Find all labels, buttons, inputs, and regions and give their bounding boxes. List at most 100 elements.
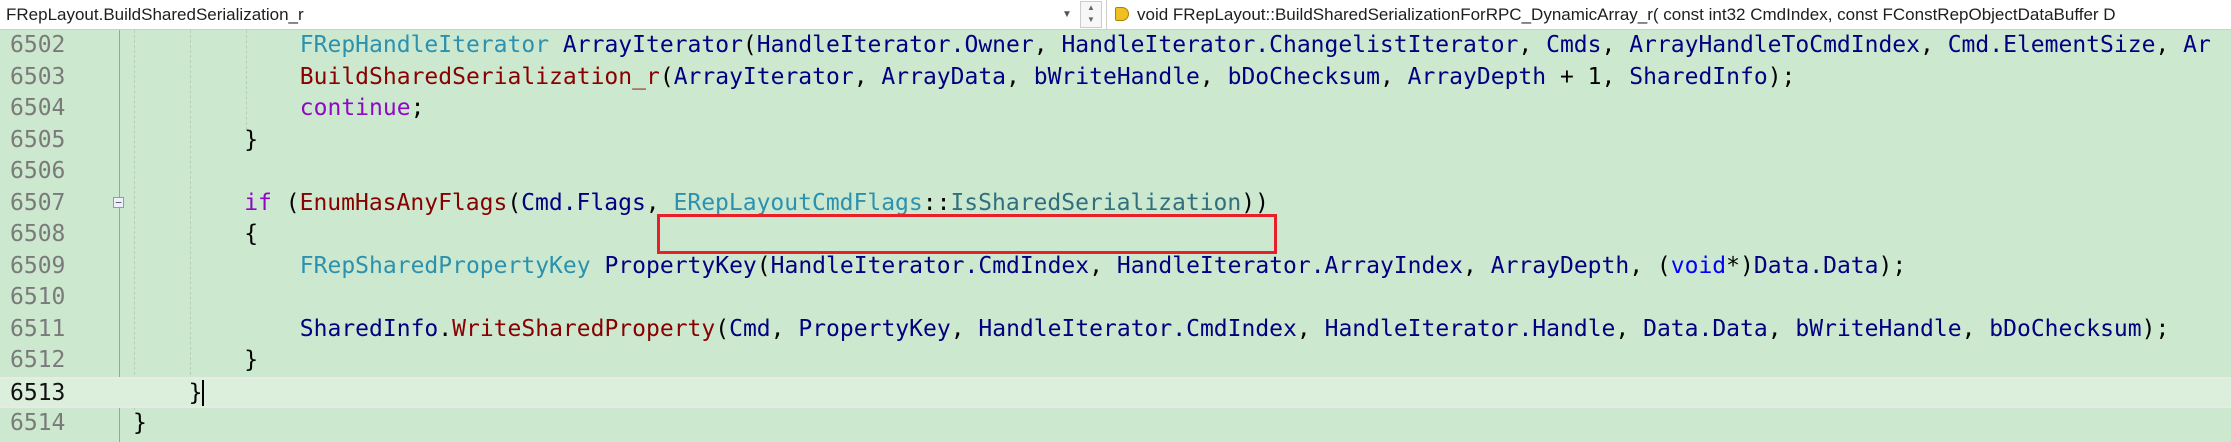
token-p: (	[507, 189, 522, 216]
token-var: HandleIterator.ChangelistIterator	[1061, 32, 1519, 58]
line-number: 6513	[10, 379, 66, 406]
token-p: (	[756, 252, 771, 279]
token-var: Data.Data	[1643, 315, 1768, 342]
line-number: 6506	[10, 158, 66, 184]
token-p: ,	[950, 315, 979, 342]
token-var: bDoChecksum	[1989, 315, 2142, 342]
token-var: HandleIterator.CmdIndex	[770, 252, 1090, 279]
token-p: ,	[1615, 315, 1644, 342]
line-number: 6503	[10, 63, 66, 90]
token-p: + 1,	[1546, 63, 1630, 90]
token-var: Cmds	[1546, 32, 1602, 58]
line-number: 6502	[10, 32, 66, 58]
token-enum: IsSharedSerialization	[950, 189, 1242, 216]
token-p: ::	[922, 189, 951, 216]
code-text: }	[189, 379, 205, 407]
code-text: FRepHandleIterator ArrayIterator(HandleI…	[300, 30, 2211, 62]
code-line[interactable]: 6506	[0, 156, 2231, 188]
text-caret	[202, 380, 205, 406]
code-text: {	[244, 219, 258, 251]
token-var: ArrayData	[881, 63, 1007, 90]
line-number: 6508	[10, 221, 66, 247]
scope-dropdown[interactable]: FRepLayout.BuildSharedSerialization_r	[0, 0, 1076, 29]
token-var: bWriteHandle	[1795, 315, 1962, 342]
token-p: ,	[1006, 63, 1034, 90]
token-fn: EnumHasAnyFlags	[299, 189, 508, 216]
token-p: ,	[1961, 315, 1990, 342]
token-p: ,	[1199, 63, 1228, 90]
code-line[interactable]: 6503 BuildSharedSerialization_r(ArrayIter…	[0, 62, 2231, 94]
member-dropdown[interactable]: void FRepLayout::BuildSharedSerializatio…	[1106, 0, 2231, 29]
token-p: }	[188, 379, 203, 406]
token-var: HandleIterator.ArrayIndex	[1116, 252, 1464, 279]
code-line[interactable]: 6512}	[0, 345, 2231, 377]
scope-spinner[interactable]: ▲ ▼	[1080, 1, 1102, 28]
token-p: (	[715, 315, 730, 342]
code-line[interactable]: 6510	[0, 282, 2231, 314]
token-p: ,	[853, 63, 882, 90]
token-var: PropertyKey	[604, 252, 757, 279]
code-text: }	[244, 345, 258, 377]
token-p: {	[244, 221, 259, 247]
token-p: (	[742, 32, 757, 58]
method-icon	[1115, 7, 1129, 21]
chevron-down-icon[interactable]: ▼	[1060, 0, 1074, 29]
token-p: ,	[1767, 315, 1796, 342]
token-var: Cmd.Flags	[521, 189, 646, 216]
token-var: ArrayDepth	[1407, 63, 1547, 90]
token-var: PropertyKey	[798, 315, 951, 342]
code-line[interactable]: 6511 SharedInfo.WriteSharedProperty(Cmd, …	[0, 314, 2231, 346]
token-p: ,	[1033, 32, 1062, 58]
token-p: ,	[1463, 252, 1491, 279]
code-line[interactable]: 6505}	[0, 125, 2231, 157]
member-dropdown-label: void FRepLayout::BuildSharedSerializatio…	[1137, 5, 2116, 24]
token-p: );	[1878, 252, 1907, 279]
token-p: }	[244, 126, 259, 153]
token-fn: BuildSharedSerialization_r	[299, 63, 660, 90]
arrow-down-icon[interactable]: ▼	[1081, 14, 1101, 26]
token-var: HandleIterator.CmdIndex	[978, 315, 1297, 342]
token-p: ,	[1518, 32, 1547, 58]
line-number: 6505	[10, 126, 66, 153]
code-line[interactable]: 6513}	[0, 376, 2231, 408]
token-var: Data.Data	[1753, 252, 1879, 279]
arrow-up-icon[interactable]: ▲	[1081, 2, 1101, 14]
token-p: ,	[1601, 32, 1630, 58]
code-text: BuildSharedSerialization_r(ArrayIterator…	[300, 62, 1796, 94]
token-var: Cmd	[729, 315, 771, 342]
token-kw: continue	[299, 95, 411, 121]
token-var: HandleIterator.Owner	[756, 32, 1034, 58]
code-line[interactable]: 6504 continue;	[0, 93, 2231, 125]
token-p	[549, 32, 563, 58]
token-var: ArrayIterator	[673, 63, 854, 90]
token-kw: if	[244, 189, 272, 216]
line-number: 6511	[10, 315, 66, 342]
token-fn: WriteSharedProperty	[452, 315, 716, 342]
code-line[interactable]: 6502 FRepHandleIterator ArrayIterator(Han…	[0, 30, 2231, 62]
token-var: Cmd.ElementSize	[1947, 32, 2156, 58]
token-p: );	[2141, 315, 2170, 342]
token-p: }	[244, 347, 259, 373]
token-p: *)	[1726, 252, 1754, 279]
token-p: ,	[1379, 63, 1408, 90]
token-p	[591, 253, 605, 279]
code-editor[interactable]: 6502 FRepHandleIterator ArrayIterator(Han…	[0, 30, 2231, 442]
token-p: ,	[770, 315, 799, 342]
code-text: SharedInfo.WriteSharedProperty(Cmd, Prop…	[300, 314, 2170, 346]
token-p: ,	[2155, 32, 2184, 58]
code-line[interactable]: 6514}	[0, 408, 2231, 440]
code-text: }	[244, 125, 258, 157]
token-var: ArrayIterator	[562, 32, 743, 58]
token-var: SharedInfo	[299, 315, 439, 342]
line-number: 6512	[10, 347, 66, 373]
token-p: (	[659, 63, 674, 90]
line-number: 6510	[10, 284, 66, 310]
code-text: }	[133, 408, 147, 440]
token-var: Ar	[2183, 32, 2211, 58]
code-line[interactable]: 6509 FRepSharedPropertyKey PropertyKey(Ha…	[0, 251, 2231, 283]
token-void: void	[1670, 252, 1727, 279]
collapse-icon[interactable]: −	[113, 197, 124, 208]
token-var: HandleIterator.Handle	[1324, 315, 1616, 342]
token-var: bWriteHandle	[1033, 63, 1200, 90]
token-p: ,	[1296, 315, 1325, 342]
